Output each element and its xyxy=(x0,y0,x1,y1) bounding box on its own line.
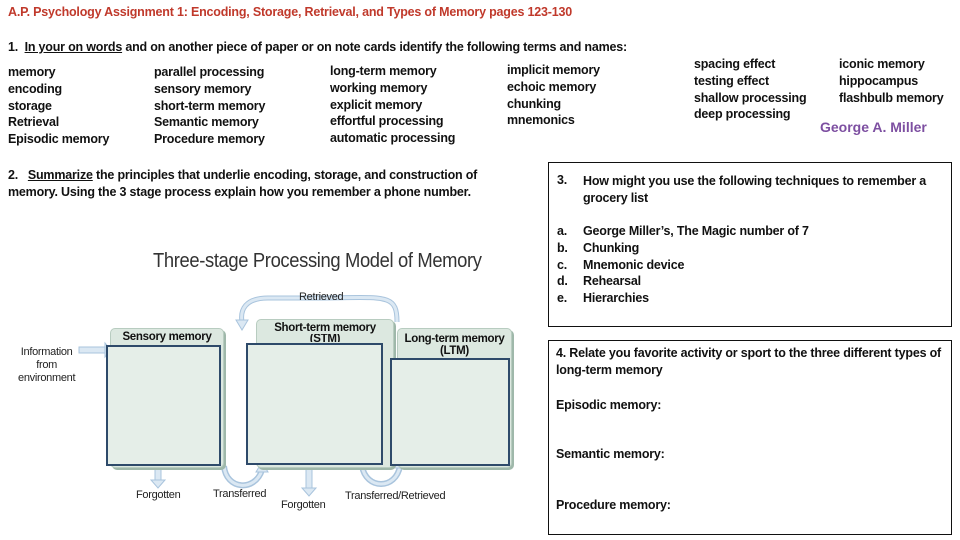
input-label-line: from xyxy=(36,359,58,371)
term: Procedure memory xyxy=(154,132,265,147)
term: Retrieval xyxy=(8,115,60,130)
term: shallow processing xyxy=(694,90,807,105)
stage-label: Sensory memory xyxy=(122,331,212,343)
list-item-text: Rehearsal xyxy=(583,274,641,289)
list-item-text: Hierarchies xyxy=(583,291,649,306)
list-item-letter: e. xyxy=(557,291,568,306)
term-column-1: memory encoding storage Retrieval Episod… xyxy=(8,64,109,148)
term: deep processing xyxy=(694,107,791,122)
term: implicit memory xyxy=(507,63,600,77)
term: chunking xyxy=(507,96,561,111)
term-column-4: implicit memory echoic memory chunking m… xyxy=(507,62,600,129)
stage-label: Long-term memory xyxy=(404,333,505,345)
stage-sublabel: (STM) xyxy=(309,334,341,342)
term: storage xyxy=(8,98,52,113)
transferred-arrow-1 xyxy=(221,465,265,489)
stage-short-term-memory: Short-term memory (STM) xyxy=(246,319,394,468)
question-3-list: a. George Miller’s, The Magic number of 7… xyxy=(549,223,949,307)
term: testing effect xyxy=(694,73,769,88)
stage-long-term-memory: Long-term memory (LTM) xyxy=(390,328,512,468)
retrieved-label: Retrieved xyxy=(299,291,344,303)
term: long-term memory xyxy=(330,64,437,78)
list-item-text: Mnemonic device xyxy=(583,257,685,272)
question-1-number: 1. xyxy=(8,40,19,54)
term-column-6: iconic memory hippocampus flashbulb memo… xyxy=(839,56,944,106)
term: automatic processing xyxy=(330,131,456,146)
list-item: a. George Miller’s, The Magic number of 7 xyxy=(549,223,949,240)
question-4-box: 4. Relate you favorite activity or sport… xyxy=(548,340,952,535)
term: spacing effect xyxy=(694,57,776,71)
list-item-letter: a. xyxy=(557,224,568,238)
assignment-title: A.P. Psychology Assignment 1: Encoding, … xyxy=(8,5,572,19)
term: Semantic memory xyxy=(154,115,259,130)
question-1: 1. In your on words and on another piece… xyxy=(8,40,627,54)
procedure-memory-field: Procedure memory: xyxy=(556,498,671,512)
transferred-retrieved-arrow xyxy=(359,465,403,487)
question-3-number: 3. xyxy=(557,173,568,187)
semantic-memory-field: Semantic memory: xyxy=(556,447,665,461)
term: memory xyxy=(8,65,56,79)
question-3-box: 3. How might you use the following techn… xyxy=(548,162,952,327)
stage-content-box xyxy=(106,345,221,466)
episodic-memory-field: Episodic memory: xyxy=(556,398,662,412)
forgotten-arrow-2 xyxy=(300,465,318,497)
term-column-3: long-term memory working memory explicit… xyxy=(330,63,455,147)
term: Episodic memory xyxy=(8,132,110,147)
question-2: 2. Summarize the principles that underli… xyxy=(8,167,508,201)
term: working memory xyxy=(330,80,428,95)
question-3-text: How might you use the following techniqu… xyxy=(583,174,927,205)
forgotten-label-2: Forgotten xyxy=(281,499,326,511)
term: encoding xyxy=(8,81,62,96)
question-3-prompt: 3. How might you use the following techn… xyxy=(549,173,949,213)
question-4-prompt: 4. Relate you favorite activity or sport… xyxy=(556,346,941,377)
input-label: Information from environment xyxy=(18,346,76,385)
three-stage-memory-diagram: Three-stage Processing Model of Memory I… xyxy=(10,240,512,520)
list-item-text: Chunking xyxy=(583,240,640,255)
forgotten-label-1: Forgotten xyxy=(136,489,181,501)
retrieved-arrowhead xyxy=(235,319,249,331)
term: flashbulb memory xyxy=(839,90,944,105)
term-column-2: parallel processing sensory memory short… xyxy=(154,64,265,148)
list-item: c. Mnemonic device xyxy=(549,257,949,274)
term: mnemonics xyxy=(507,113,575,128)
term: echoic memory xyxy=(507,79,597,94)
transferred-label: Transferred xyxy=(213,488,267,500)
stage-content-box xyxy=(246,343,383,465)
term: hippocampus xyxy=(839,73,919,88)
stage-content-box xyxy=(390,358,510,466)
input-label-line: Information xyxy=(20,346,73,358)
term: explicit memory xyxy=(330,97,423,112)
question-1-underlined: In your on words xyxy=(24,40,123,54)
question-2-underlined: Summarize xyxy=(27,168,93,182)
list-item: d. Rehearsal xyxy=(549,273,949,290)
input-label-line: environment xyxy=(18,372,76,384)
stage-sublabel: (LTM) xyxy=(440,345,469,357)
list-item: b. Chunking xyxy=(549,240,949,257)
stage-sensory-memory: Sensory memory xyxy=(106,328,224,468)
term: parallel processing xyxy=(154,65,265,79)
person-name: George A. Miller xyxy=(820,119,927,135)
list-item-letter: b. xyxy=(557,240,568,255)
stage-label: Short-term memory xyxy=(274,322,376,334)
list-item: e. Hierarchies xyxy=(549,290,949,307)
term: sensory memory xyxy=(154,81,252,96)
list-item-text: George Miller’s, The Magic number of 7 xyxy=(583,224,809,238)
question-2-number: 2. xyxy=(8,168,19,182)
term-column-5: spacing effect testing effect shallow pr… xyxy=(694,56,807,123)
list-item-letter: c. xyxy=(557,257,568,272)
transferred-retrieved-label: Transferred/Retrieved xyxy=(345,490,446,502)
term: iconic memory xyxy=(839,57,925,71)
question-1-text: and on another piece of paper or on note… xyxy=(122,40,627,54)
term: effortful processing xyxy=(330,114,444,129)
forgotten-arrow-1 xyxy=(149,465,167,489)
term: short-term memory xyxy=(154,98,266,113)
list-item-letter: d. xyxy=(557,274,568,289)
